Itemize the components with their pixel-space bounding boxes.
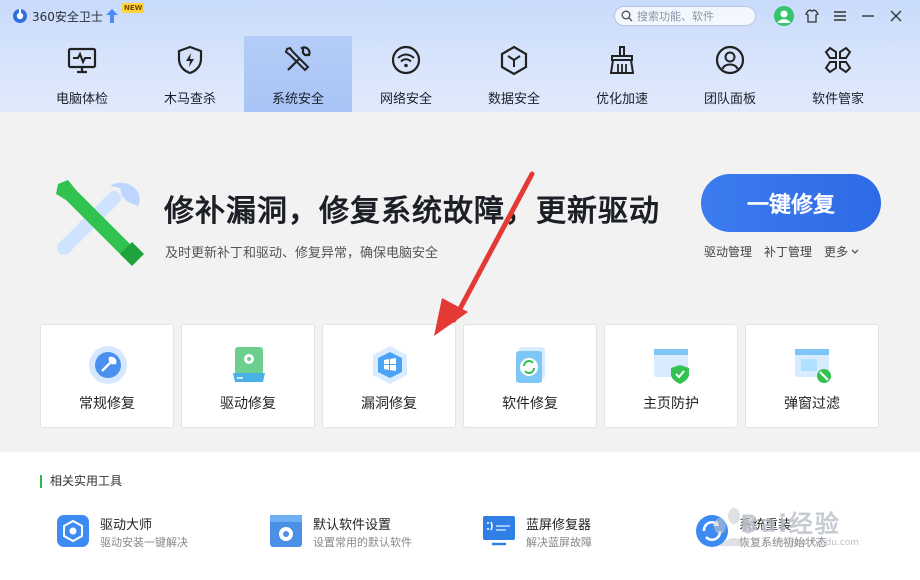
- tool-driver-master[interactable]: 驱动大师 驱动安装一键解决: [56, 512, 256, 552]
- tool-name: 默认软件设置: [313, 518, 392, 533]
- tool-bluescreen-fixer[interactable]: 蓝屏修复器 解决蓝屏故障: [482, 512, 682, 552]
- nav-item-trojan-scan[interactable]: 木马查杀: [136, 36, 244, 112]
- nav-label: 电脑体检: [55, 92, 108, 107]
- broom-icon: [609, 46, 635, 74]
- wrench-circle-icon: [89, 346, 127, 384]
- chevron-down-icon: [851, 249, 859, 254]
- card-routine-repair[interactable]: 常规修复: [40, 324, 174, 428]
- nav-item-software-manager[interactable]: 软件管家: [784, 36, 892, 112]
- nav-item-data-security[interactable]: 数据安全: [460, 36, 568, 112]
- card-label: 常规修复: [79, 396, 135, 412]
- nav-label: 团队面板: [703, 92, 756, 107]
- card-label: 软件修复: [502, 396, 558, 412]
- minimize-icon[interactable]: [860, 8, 876, 24]
- default-software-icon: [270, 515, 302, 547]
- card-homepage-protect[interactable]: 主页防护: [604, 324, 738, 428]
- nav-item-pc-checkup[interactable]: 电脑体检: [28, 36, 136, 112]
- nav-label: 数据安全: [487, 92, 540, 107]
- shield-bolt-icon: [177, 45, 203, 75]
- card-label: 驱动修复: [220, 396, 276, 412]
- one-click-fix-button[interactable]: 一键修复: [701, 174, 881, 232]
- patch-manage-link[interactable]: 补丁管理: [764, 243, 812, 260]
- top-bar: 360安全卫士 NEW 搜索功能、软件 电脑体检 木马查杀 系统安全 网络安全 …: [0, 0, 920, 112]
- hero-links: 驱动管理 补丁管理 更多: [704, 243, 872, 260]
- nav-label: 系统安全: [271, 92, 324, 107]
- skin-icon[interactable]: [804, 8, 820, 24]
- menu-icon[interactable]: [832, 8, 848, 24]
- browser-shield-icon: [654, 349, 689, 384]
- tool-desc: 解决蓝屏故障: [526, 536, 592, 549]
- tool-desc: 驱动安装一键解决: [100, 536, 188, 549]
- nav-label: 优化加速: [595, 92, 648, 107]
- tool-name: 驱动大师: [100, 518, 153, 533]
- nav-label: 软件管家: [811, 92, 864, 107]
- app-logo-icon: [13, 9, 27, 23]
- grid-flower-icon: [824, 46, 852, 74]
- card-driver-repair[interactable]: 驱动修复: [181, 324, 315, 428]
- app-title: 360安全卫士: [32, 10, 103, 24]
- card-label: 漏洞修复: [361, 396, 417, 412]
- bluescreen-icon: [483, 516, 515, 546]
- more-label: 更多: [824, 245, 849, 259]
- tool-desc: 设置常用的默认软件: [313, 536, 412, 549]
- hero-subline: 及时更新补丁和驱动、修复异常，确保电脑安全: [165, 246, 439, 261]
- monitor-pulse-icon: [67, 47, 97, 74]
- search-box[interactable]: [614, 6, 756, 26]
- nav-label: 木马查杀: [163, 92, 216, 107]
- nav-label: 网络安全: [379, 92, 432, 107]
- more-link[interactable]: 更多: [824, 243, 860, 260]
- main-panel: 修补漏洞，修复系统故障，更新驱动 及时更新补丁和驱动、修复异常，确保电脑安全 一…: [0, 112, 920, 452]
- watermark-subtext: jingyan.baidu.com: [776, 538, 860, 548]
- software-refresh-icon: [516, 347, 545, 383]
- title-bar: 360安全卫士 NEW: [0, 0, 920, 32]
- driver-manage-link[interactable]: 驱动管理: [704, 243, 752, 260]
- card-popup-filter[interactable]: 弹窗过滤: [745, 324, 879, 428]
- new-badge: NEW: [122, 3, 145, 13]
- windows-hexagon-icon: [373, 346, 407, 384]
- close-icon[interactable]: [888, 8, 904, 24]
- search-icon: [621, 10, 633, 22]
- system-reinstall-icon: [696, 515, 728, 547]
- hero-headline: 修补漏洞，修复系统故障，更新驱动: [164, 194, 660, 229]
- avatar[interactable]: [774, 6, 794, 26]
- card-label: 弹窗过滤: [784, 396, 840, 412]
- nav-item-network-security[interactable]: 网络安全: [352, 36, 460, 112]
- user-icon: [777, 10, 791, 23]
- tools-section-title: 相关实用工具: [40, 475, 122, 488]
- popup-block-icon: [795, 349, 831, 383]
- card-label: 主页防护: [643, 396, 699, 412]
- nav-item-team-panel[interactable]: 团队面板: [676, 36, 784, 112]
- tool-default-software[interactable]: 默认软件设置 设置常用的默认软件: [269, 512, 469, 552]
- card-software-repair[interactable]: 软件修复: [463, 324, 597, 428]
- driver-master-icon: [57, 515, 89, 547]
- watermark-text: Bai经验: [740, 510, 841, 538]
- nav-item-system-security[interactable]: 系统安全: [244, 36, 352, 112]
- driver-disk-icon: [233, 347, 265, 382]
- nav-item-optimize[interactable]: 优化加速: [568, 36, 676, 112]
- upgrade-arrow-icon[interactable]: [106, 9, 118, 23]
- repair-cards: 常规修复 驱动修复 漏洞修复 软件修复 主页防护 弹窗过滤: [40, 324, 886, 428]
- card-vulnerability-repair[interactable]: 漏洞修复: [322, 324, 456, 428]
- wifi-icon: [391, 45, 421, 75]
- main-nav: 电脑体检 木马查杀 系统安全 网络安全 数据安全 优化加速 团队面板 软件管家: [28, 36, 892, 112]
- cube-icon: [500, 45, 528, 76]
- tool-name: 蓝屏修复器: [526, 518, 592, 533]
- wrench-screwdriver-icon: [284, 46, 311, 72]
- user-circle-icon: [715, 45, 745, 75]
- repair-tools-illustration: [56, 180, 144, 266]
- search-input[interactable]: [637, 8, 752, 24]
